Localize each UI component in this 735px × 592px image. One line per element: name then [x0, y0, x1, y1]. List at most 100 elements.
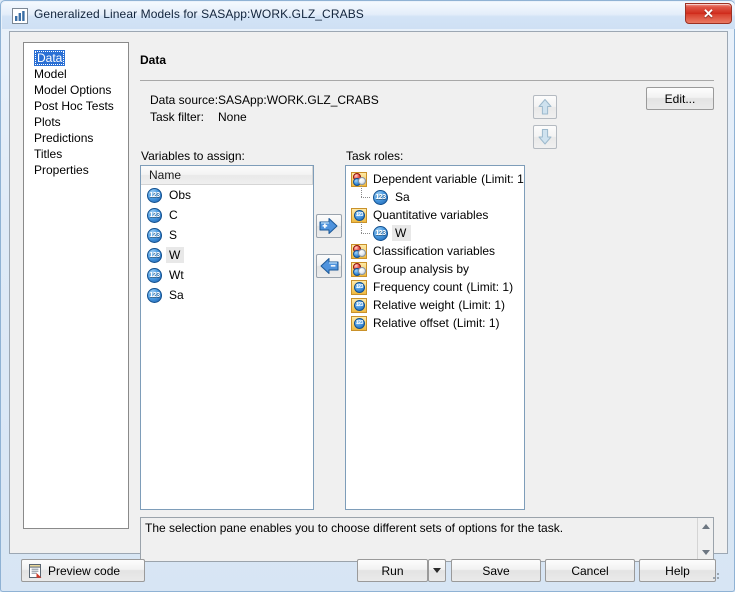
dialog-client-area: Data Model Model Options Post Hoc Tests …	[9, 31, 728, 562]
variable-name: S	[169, 228, 178, 242]
task-role-frequency-count[interactable]: 123 Frequency count (Limit: 1)	[346, 278, 524, 296]
resize-grip[interactable]	[709, 570, 722, 583]
move-up-button[interactable]	[533, 95, 557, 119]
task-role-label: Group analysis by	[373, 262, 470, 276]
variable-name: Wt	[169, 268, 184, 282]
task-role-relative-offset[interactable]: 123 Relative offset (Limit: 1)	[346, 314, 524, 332]
numeric-variable-icon: 123	[373, 225, 388, 241]
content-pane: Data Data source: SASApp:WORK.GLZ_CRABS …	[138, 42, 716, 562]
variables-list[interactable]: Name 123 Obs 123 C 123 S 123 W 123 Wt 12…	[140, 165, 314, 510]
task-role-dependent-variable[interactable]: Dependent variable (Limit: 1)	[346, 170, 524, 188]
numeric-role-icon: 123	[351, 315, 367, 331]
arrow-down-icon	[538, 129, 552, 145]
numeric-role-icon: 123	[351, 207, 367, 223]
sidebar-item-label: Data	[34, 50, 66, 66]
assigned-variable-name: W	[392, 225, 412, 241]
task-role-limit: (Limit: 1)	[481, 172, 525, 186]
application-window: Generalized Linear Models for SASApp:WOR…	[0, 0, 735, 592]
notepad-icon	[29, 563, 42, 578]
sidebar-item-model-options[interactable]: Model Options	[24, 82, 128, 98]
scroll-up-icon[interactable]	[698, 519, 714, 534]
chart-bars-icon	[12, 8, 28, 24]
task-roles-section-label: Task roles:	[346, 149, 404, 163]
window-title: Generalized Linear Models for SASApp:WOR…	[34, 7, 364, 21]
variable-name: Obs	[169, 188, 192, 202]
preview-code-button[interactable]: Preview code	[21, 559, 145, 582]
task-role-classification-variables[interactable]: Classification variables	[346, 242, 524, 260]
numeric-role-icon: 123	[351, 297, 367, 313]
numeric-variable-icon: 123	[147, 227, 162, 243]
variable-name: Sa	[169, 288, 184, 302]
task-role-label: Relative weight	[373, 298, 455, 312]
arrow-right-plus-icon	[319, 218, 338, 234]
task-role-group-analysis-by[interactable]: Group analysis by	[346, 260, 524, 278]
task-role-relative-weight[interactable]: 123 Relative weight (Limit: 1)	[346, 296, 524, 314]
numeric-variable-icon: 123	[147, 187, 162, 203]
description-text: The selection pane enables you to choose…	[145, 521, 564, 535]
run-button[interactable]: Run	[357, 559, 428, 582]
task-role-label: Dependent variable	[373, 172, 478, 186]
sidebar-item-titles[interactable]: Titles	[24, 146, 128, 162]
selection-pane[interactable]: Data Model Model Options Post Hoc Tests …	[23, 42, 129, 529]
task-role-label: Quantitative variables	[373, 208, 489, 222]
remove-role-button[interactable]	[316, 254, 342, 278]
preview-code-label: Preview code	[48, 563, 121, 578]
mixed-role-icon	[351, 171, 367, 187]
task-roles-tree[interactable]: Dependent variable (Limit: 1) 123 Sa 123	[345, 165, 525, 510]
numeric-variable-icon: 123	[147, 207, 162, 223]
close-icon: ✕	[703, 5, 714, 21]
list-item[interactable]: 123 Wt	[141, 265, 313, 285]
task-role-quantitative-variables[interactable]: 123 Quantitative variables	[346, 206, 524, 224]
arrow-left-minus-icon	[320, 258, 339, 274]
list-item[interactable]: 123 W	[141, 245, 313, 265]
column-header-name: Name	[149, 168, 182, 182]
assigned-variable[interactable]: 123 W	[346, 222, 524, 242]
assigned-variable[interactable]: 123 Sa	[346, 186, 524, 206]
assigned-variable-name: Sa	[395, 190, 410, 204]
numeric-variable-icon: 123	[147, 267, 162, 283]
task-role-label: Relative offset	[373, 316, 449, 330]
window-frame: Generalized Linear Models for SASApp:WOR…	[0, 0, 735, 592]
arrow-up-icon	[538, 99, 552, 115]
save-button[interactable]: Save	[451, 559, 541, 582]
move-down-button[interactable]	[533, 125, 557, 149]
numeric-variable-icon: 123	[373, 189, 388, 205]
sidebar-item-predictions[interactable]: Predictions	[24, 130, 128, 146]
sidebar-item-data[interactable]: Data	[24, 50, 128, 66]
page-title: Data	[140, 53, 167, 67]
sidebar-item-plots[interactable]: Plots	[24, 114, 128, 130]
data-source-value: SASApp:WORK.GLZ_CRABS	[218, 93, 379, 107]
list-item[interactable]: 123 Sa	[141, 285, 313, 305]
numeric-role-icon: 123	[351, 279, 367, 295]
variables-section-label: Variables to assign:	[141, 149, 245, 163]
sidebar-item-model[interactable]: Model	[24, 66, 128, 82]
chevron-down-icon	[433, 568, 441, 573]
numeric-variable-icon: 123	[147, 287, 162, 303]
edit-button[interactable]: Edit...	[646, 87, 714, 110]
task-role-limit: (Limit: 1)	[458, 298, 506, 312]
task-role-label: Classification variables	[373, 244, 496, 258]
run-dropdown-button[interactable]	[428, 559, 446, 582]
task-role-limit: (Limit: 1)	[452, 316, 500, 330]
title-bar: Generalized Linear Models for SASApp:WOR…	[2, 2, 735, 29]
task-filter-label: Task filter:	[150, 110, 205, 124]
variable-name: C	[169, 208, 178, 222]
mixed-role-icon	[351, 261, 367, 277]
list-item[interactable]: 123 Obs	[141, 185, 313, 205]
description-scrollbar[interactable]	[697, 518, 713, 561]
assign-role-button[interactable]	[316, 214, 342, 238]
cancel-button[interactable]: Cancel	[545, 559, 635, 582]
variables-list-header: Name	[141, 166, 313, 185]
task-role-limit: (Limit: 1)	[466, 280, 514, 294]
sidebar-item-post-hoc-tests[interactable]: Post Hoc Tests	[24, 98, 128, 114]
data-source-label: Data source:	[150, 93, 219, 107]
close-button[interactable]: ✕	[685, 3, 732, 24]
tree-connector	[359, 186, 373, 206]
list-item[interactable]: 123 C	[141, 205, 313, 225]
help-button[interactable]: Help	[639, 559, 716, 582]
task-role-label: Frequency count	[373, 280, 463, 294]
numeric-variable-icon: 123	[147, 247, 162, 263]
task-filter-value: None	[218, 110, 247, 124]
sidebar-item-properties[interactable]: Properties	[24, 162, 128, 178]
list-item[interactable]: 123 S	[141, 225, 313, 245]
